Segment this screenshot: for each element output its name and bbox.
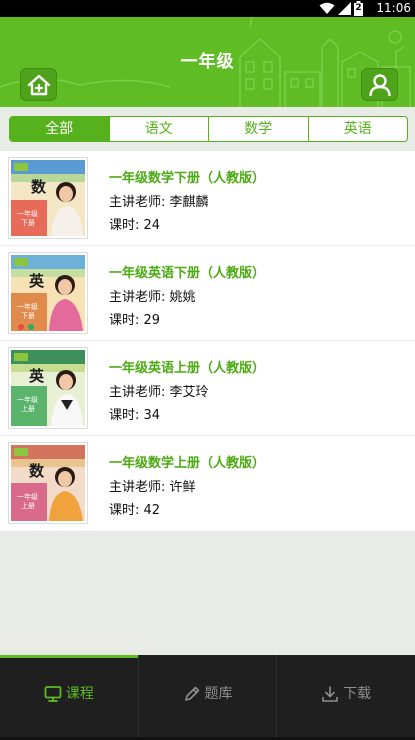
tab-all[interactable]: 全部 xyxy=(10,117,109,141)
header: 一年级 xyxy=(0,17,415,107)
course-cover: 英 一年级 上册 xyxy=(8,347,88,429)
course-teacher: 主讲老师: 许鲜 xyxy=(109,480,196,495)
signal-icon xyxy=(338,2,351,15)
svg-text:上册: 上册 xyxy=(21,501,35,510)
download-icon xyxy=(322,686,338,702)
course-item[interactable]: 数 一年级 上册 一年级数学上册（人教版） 主讲老师: 许鲜 课时: 42 xyxy=(0,436,415,531)
svg-text:数: 数 xyxy=(31,178,47,196)
svg-text:一年级: 一年级 xyxy=(17,209,38,218)
svg-text:一年级: 一年级 xyxy=(17,492,38,501)
monitor-icon xyxy=(44,686,62,702)
pencil-icon xyxy=(184,686,199,701)
course-item[interactable]: 英 一年级 下册 一年级英语下册（人教版） 主讲老师: 姚姚 课时: 29 xyxy=(0,246,415,341)
course-title: 一年级英语下册（人教版） xyxy=(109,266,266,281)
course-cover: 数 一年级 下册 xyxy=(8,157,88,239)
course-cover: 数 一年级 上册 xyxy=(8,442,88,524)
course-teacher: 主讲老师: 李麒麟 xyxy=(109,195,209,210)
course-title: 一年级数学下册（人教版） xyxy=(109,171,266,186)
svg-text:一年级: 一年级 xyxy=(17,302,38,311)
tab-math[interactable]: 数学 xyxy=(208,117,308,141)
nav-question-bank[interactable]: 题库 xyxy=(137,655,277,737)
course-hours: 课时: 34 xyxy=(109,408,161,423)
nav-download[interactable]: 下载 xyxy=(276,655,415,737)
battery-label: 2 xyxy=(355,3,362,13)
wifi-icon xyxy=(319,2,335,14)
course-hours: 课时: 42 xyxy=(109,503,161,518)
status-bar: 2 11:06 xyxy=(0,0,415,17)
svg-text:一年级: 一年级 xyxy=(17,395,38,404)
course-teacher: 主讲老师: 姚姚 xyxy=(109,290,196,305)
course-item[interactable]: 英 一年级 上册 一年级英语上册（人教版） 主讲老师: 李艾玲 课时: 34 xyxy=(0,341,415,436)
filter-tabs-bar: 全部 语文 数学 英语 xyxy=(0,107,415,151)
course-title: 一年级英语上册（人教版） xyxy=(109,361,266,376)
user-icon xyxy=(368,73,391,96)
status-icons: 2 xyxy=(319,1,363,16)
nav-label: 课程 xyxy=(65,686,94,702)
nav-label: 题库 xyxy=(204,686,233,702)
home-button[interactable] xyxy=(20,68,57,101)
nav-courses[interactable]: 课程 xyxy=(0,655,138,737)
svg-text:英: 英 xyxy=(29,272,45,290)
tab-chinese[interactable]: 语文 xyxy=(108,117,209,141)
svg-text:下册: 下册 xyxy=(21,219,35,227)
course-teacher: 主讲老师: 李艾玲 xyxy=(109,385,209,400)
filter-tabs: 全部 语文 数学 英语 xyxy=(9,116,408,142)
svg-text:下册: 下册 xyxy=(21,312,35,320)
course-cover: 英 一年级 下册 xyxy=(8,252,88,334)
svg-text:上册: 上册 xyxy=(21,404,35,413)
course-title: 一年级数学上册（人教版） xyxy=(109,456,266,471)
svg-text:数: 数 xyxy=(29,462,45,480)
bottom-nav: 课程 题库 下载 xyxy=(0,655,415,737)
status-time: 11:06 xyxy=(376,1,411,15)
page-title: 一年级 xyxy=(180,52,235,72)
svg-text:英: 英 xyxy=(29,367,45,385)
course-hours: 课时: 24 xyxy=(109,218,161,233)
user-button[interactable] xyxy=(361,68,398,101)
home-icon xyxy=(27,74,50,95)
course-hours: 课时: 29 xyxy=(109,313,161,328)
tab-english[interactable]: 英语 xyxy=(307,117,408,141)
nav-label: 下载 xyxy=(343,686,372,702)
course-list: 数 一年级 下册 一年级数学下册（人教版） 主讲老师: 李麒麟 课时: 24 英… xyxy=(0,151,415,531)
course-item[interactable]: 数 一年级 下册 一年级数学下册（人教版） 主讲老师: 李麒麟 课时: 24 xyxy=(0,151,415,246)
